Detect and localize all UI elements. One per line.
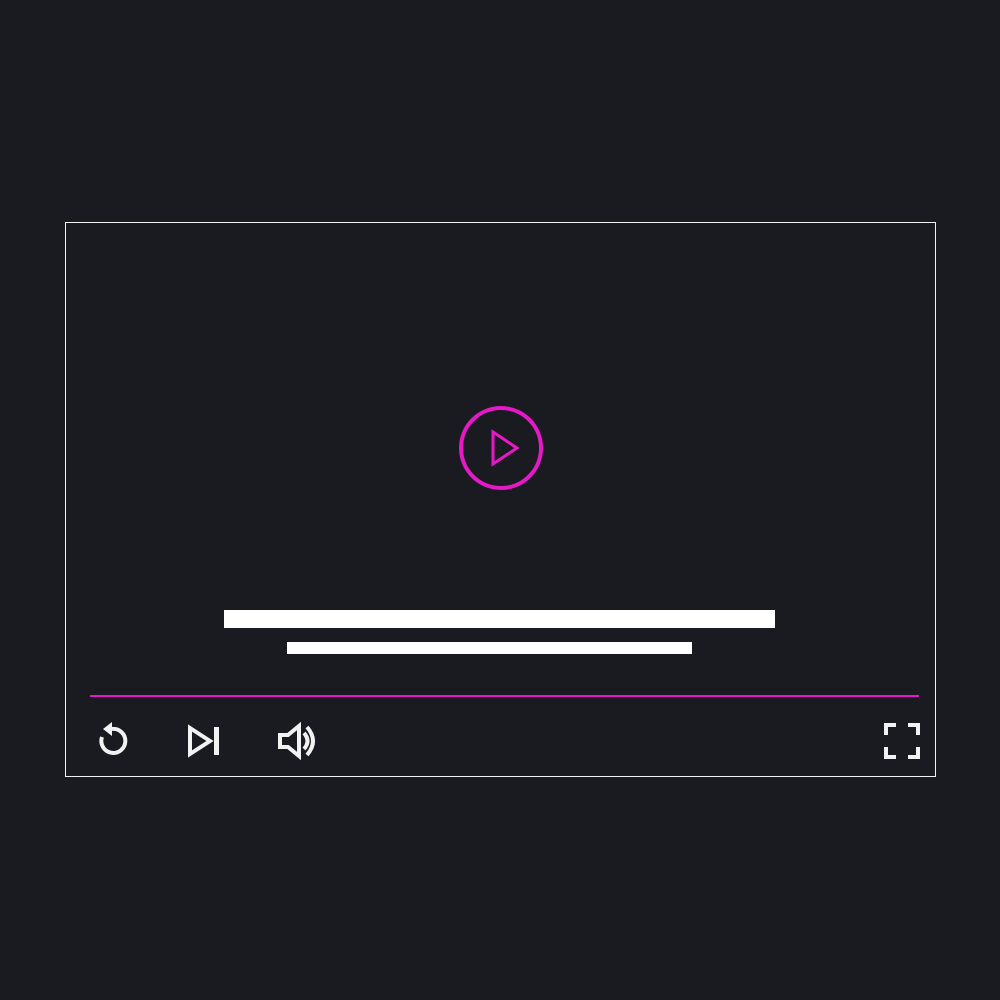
replay-icon[interactable] [92,721,132,761]
play-circle-icon[interactable] [459,406,543,490]
video-player[interactable] [65,222,936,777]
progress-fill [90,695,919,697]
skip-next-icon[interactable] [186,723,222,759]
volume-icon[interactable] [276,721,316,761]
caption-line-1 [224,610,775,628]
progress-bar[interactable] [90,695,919,697]
page [0,0,1000,1000]
fullscreen-icon[interactable] [884,723,920,759]
caption-line-2 [287,642,692,654]
